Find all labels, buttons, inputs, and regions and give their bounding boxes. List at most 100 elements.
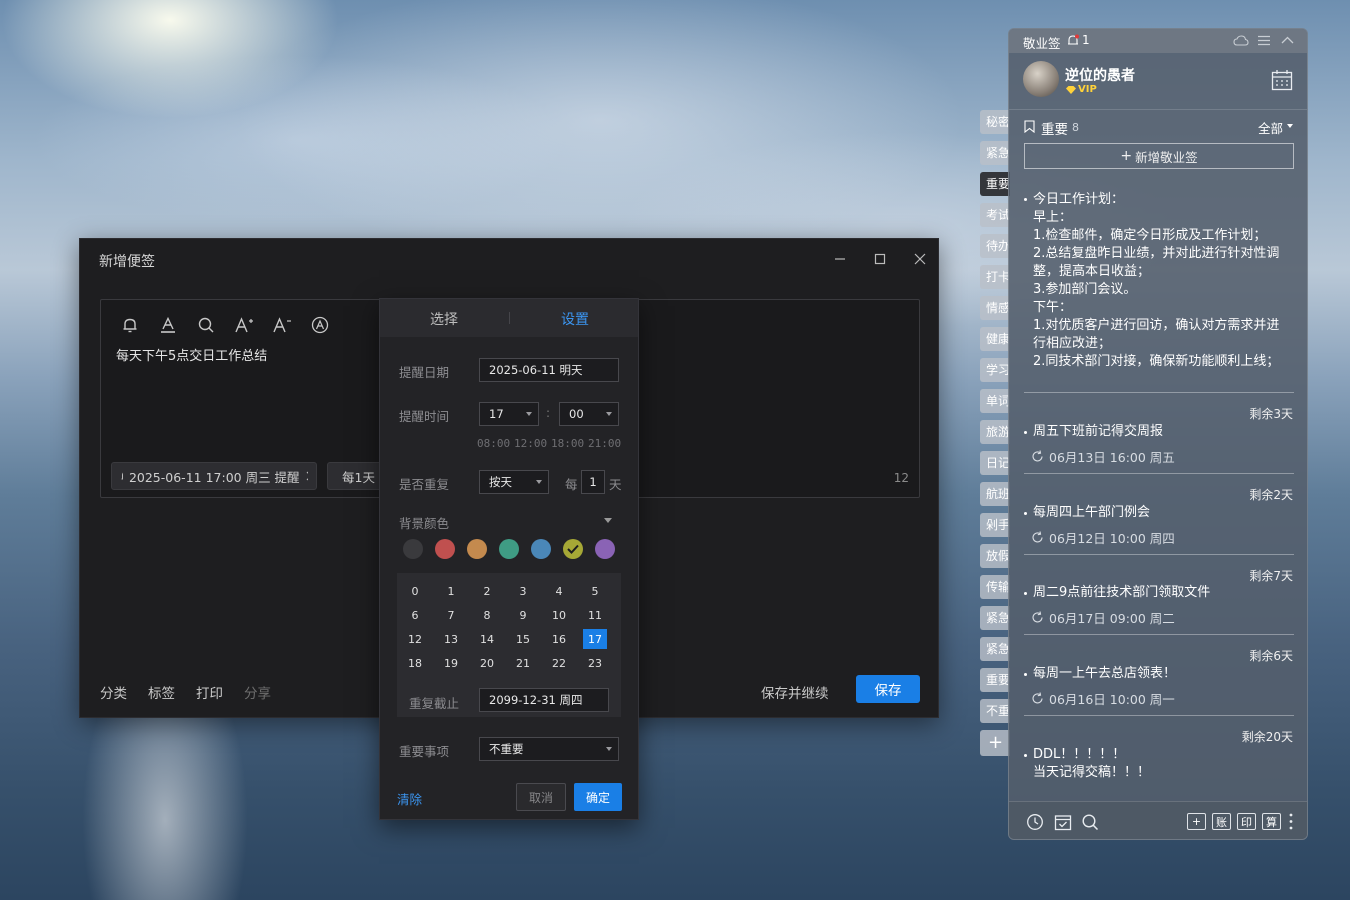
note-title[interactable]: 每周四上午部门例会 — [1033, 504, 1150, 522]
repeat-mode-select[interactable]: 按天 — [479, 470, 549, 494]
hour-cell[interactable]: 11 — [583, 605, 607, 625]
side-tab[interactable]: 考试 — [980, 203, 1010, 227]
quick-time[interactable]: 18:00 — [551, 437, 584, 450]
share-link[interactable]: 分享 — [244, 682, 271, 702]
hour-cell[interactable]: 22 — [547, 653, 571, 673]
clear-button[interactable]: 清除 — [397, 789, 422, 808]
maximize-icon[interactable] — [870, 249, 890, 269]
more-icon[interactable] — [1289, 813, 1293, 830]
add-category-button[interactable]: + — [980, 730, 1010, 756]
note-title[interactable]: 周五下班前记得交周报 — [1033, 423, 1163, 441]
minimize-icon[interactable] — [830, 249, 850, 269]
reminder-chip[interactable]: 2025-06-11 17:00 周三 提醒 — [111, 462, 317, 490]
hour-cell[interactable]: 12 — [403, 629, 427, 649]
hour-select[interactable]: 17 — [479, 402, 539, 426]
color-swatch[interactable] — [403, 539, 423, 559]
color-swatch[interactable] — [467, 539, 487, 559]
format-icon[interactable] — [307, 312, 333, 338]
side-tab[interactable]: 紧急 — [980, 606, 1010, 630]
note-title[interactable]: 周二9点前往技术部门领取文件 — [1033, 584, 1210, 602]
side-tab[interactable]: 学习 — [980, 358, 1010, 382]
side-tab[interactable]: 重要 — [980, 668, 1010, 692]
every-value-input[interactable]: 1 — [581, 470, 605, 494]
side-tab[interactable]: 紧急 — [980, 141, 1010, 165]
checklist-icon[interactable] — [1054, 813, 1072, 831]
side-tab[interactable]: 传输 — [980, 575, 1010, 599]
search-icon[interactable] — [1081, 813, 1099, 831]
quick-time[interactable]: 21:00 — [588, 437, 621, 450]
hour-cell[interactable]: 15 — [511, 629, 535, 649]
save-button[interactable]: 保存 — [856, 675, 920, 703]
side-tab[interactable]: 单词 — [980, 389, 1010, 413]
save-continue-button[interactable]: 保存并继续 — [761, 682, 829, 702]
bell-icon[interactable] — [117, 312, 143, 338]
hour-cell[interactable]: 18 — [403, 653, 427, 673]
minute-select[interactable]: 00 — [559, 402, 619, 426]
hour-cell[interactable]: 6 — [403, 605, 427, 625]
calendar-icon[interactable] — [1271, 69, 1293, 91]
print-link[interactable]: 打印 — [196, 682, 223, 702]
repeat-chip[interactable]: 每1天 — [327, 462, 383, 490]
account-box-button[interactable]: 账 — [1212, 813, 1231, 830]
side-tab[interactable]: 航班 — [980, 482, 1010, 506]
note-card[interactable]: 今日工作计划： 早上： 1.检查邮件，确定今日形成及工作计划； 2.总结复盘昨日… — [1009, 189, 1307, 375]
chevron-down-icon[interactable] — [1287, 124, 1293, 128]
side-tab[interactable]: 健康 — [980, 327, 1010, 351]
hour-cell[interactable]: 21 — [511, 653, 535, 673]
font-increase-icon[interactable] — [231, 312, 257, 338]
quick-time[interactable]: 08:00 — [477, 437, 510, 450]
side-tab[interactable]: 旅游 — [980, 420, 1010, 444]
color-swatch[interactable] — [499, 539, 519, 559]
hour-cell[interactable]: 5 — [583, 581, 607, 601]
hour-cell[interactable]: 1 — [439, 581, 463, 601]
hour-cell[interactable]: 9 — [511, 605, 535, 625]
repeat-until-field[interactable]: 2099-12-31 周四 — [479, 688, 609, 712]
hour-cell[interactable]: 16 — [547, 629, 571, 649]
hour-cell[interactable]: 2 — [475, 581, 499, 601]
print-box-button[interactable]: 印 — [1237, 813, 1256, 830]
remind-date-field[interactable]: 2025-06-11 明天 — [479, 358, 619, 382]
side-tab[interactable]: 剁手 — [980, 513, 1010, 537]
font-color-icon[interactable] — [155, 312, 181, 338]
quick-time[interactable]: 12:00 — [514, 437, 547, 450]
hour-cell[interactable]: 4 — [547, 581, 571, 601]
hour-cell[interactable]: 7 — [439, 605, 463, 625]
hour-cell[interactable]: 17 — [583, 629, 607, 649]
tag-link[interactable]: 标签 — [148, 682, 175, 702]
side-tab[interactable]: 情感 — [980, 296, 1010, 320]
ok-button[interactable]: 确定 — [574, 783, 622, 811]
clock-icon[interactable] — [1026, 813, 1044, 831]
notification-bell-icon[interactable] — [1067, 34, 1079, 47]
close-icon[interactable] — [910, 249, 930, 269]
cancel-button[interactable]: 取消 — [516, 783, 566, 811]
side-tab[interactable]: 日记 — [980, 451, 1010, 475]
side-tab[interactable]: 紧急 — [980, 637, 1010, 661]
menu-icon[interactable] — [1258, 35, 1270, 46]
close-icon[interactable] — [306, 471, 308, 481]
hour-cell[interactable]: 23 — [583, 653, 607, 673]
color-swatch[interactable] — [595, 539, 615, 559]
filter-dropdown[interactable]: 全部 — [1258, 118, 1283, 137]
side-tab[interactable]: 打卡 — [980, 265, 1010, 289]
side-tab[interactable]: 放假 — [980, 544, 1010, 568]
collapse-icon[interactable] — [1281, 36, 1294, 44]
add-box-button[interactable]: + — [1187, 813, 1206, 830]
hour-cell[interactable]: 20 — [475, 653, 499, 673]
color-swatch[interactable] — [435, 539, 455, 559]
hour-cell[interactable]: 19 — [439, 653, 463, 673]
chevron-down-icon[interactable] — [604, 518, 612, 523]
new-note-button[interactable]: + 新增敬业签 — [1024, 143, 1294, 169]
side-tab[interactable]: 待办 — [980, 234, 1010, 258]
side-tab[interactable]: 秘密 — [980, 110, 1010, 134]
side-tab[interactable]: 不重 — [980, 699, 1010, 723]
hour-cell[interactable]: 8 — [475, 605, 499, 625]
hour-cell[interactable]: 13 — [439, 629, 463, 649]
hour-cell[interactable]: 10 — [547, 605, 571, 625]
search-icon[interactable] — [193, 312, 219, 338]
importance-select[interactable]: 不重要 — [479, 737, 619, 761]
note-text[interactable]: 每天下午5点交日工作总结 — [116, 345, 267, 364]
color-swatch-selected[interactable] — [563, 539, 583, 559]
hour-cell[interactable]: 3 — [511, 581, 535, 601]
avatar[interactable] — [1023, 61, 1059, 97]
cloud-sync-icon[interactable] — [1233, 34, 1249, 47]
